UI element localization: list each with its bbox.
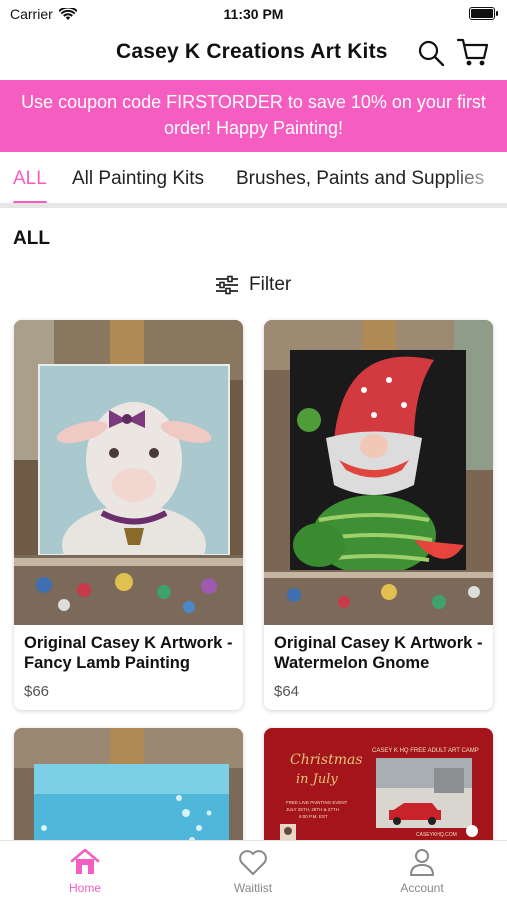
promo-url: CASEYKHQ.COM — [416, 832, 457, 838]
product-title: Original Casey K Artwork - Fancy Lamb Pa… — [24, 634, 233, 672]
promo-script-title: Christmas — [290, 752, 363, 768]
filter-button[interactable]: Filter — [215, 274, 291, 296]
promo-script-title-2: in July — [296, 772, 338, 787]
user-icon — [410, 849, 434, 876]
heart-icon — [239, 850, 267, 875]
search-icon[interactable] — [416, 38, 446, 68]
nav-home-label: Home — [68, 881, 101, 895]
status-bar: Carrier 11:30 PM — [0, 0, 507, 30]
home-icon — [70, 848, 100, 874]
product-image-watermelon-gnome — [264, 320, 493, 625]
active-tab-indicator — [13, 201, 47, 203]
product-card[interactable]: Original Casey K Artwork - Fancy Lamb Pa… — [14, 320, 243, 710]
promo-subtitle: FREE LIVE PAINTING EVENT — [286, 800, 348, 805]
nav-home[interactable]: Home — [45, 847, 125, 895]
promo-time: 6:00 P.M. EST — [299, 814, 328, 819]
promo-heading: CASEY K HQ FREE ADULT ART CAMP — [372, 748, 479, 754]
product-price: $64 — [274, 683, 300, 700]
store-title: Casey K Creations Art Kits — [116, 40, 388, 63]
product-card[interactable]: Original Casey K Artwork - Watermelon Gn… — [264, 320, 493, 710]
promo-dates: JULY 25TH, 26TH & 27TH — [286, 807, 339, 812]
sliders-icon — [216, 275, 238, 295]
product-price: $66 — [24, 683, 50, 700]
battery-icon — [469, 7, 498, 20]
status-time: 11:30 PM — [223, 6, 284, 22]
app-header: Casey K Creations Art Kits — [0, 30, 507, 78]
section-title: ALL — [13, 228, 50, 249]
tabs-fade-overlay — [447, 152, 507, 203]
category-tabs: ALL All Painting Kits Brushes, Paints an… — [0, 152, 507, 208]
product-title: Original Casey K Artwork - Watermelon Gn… — [274, 634, 483, 672]
filter-label: Filter — [249, 274, 292, 295]
product-image-lamb — [14, 320, 243, 625]
tab-all[interactable]: ALL — [13, 168, 47, 190]
bottom-nav: Home Waitlist Account — [0, 840, 507, 900]
coupon-banner: Use coupon code FIRSTORDER to save 10% o… — [0, 80, 507, 152]
nav-account-label: Account — [400, 881, 444, 895]
nav-waitlist[interactable]: Waitlist — [213, 847, 293, 895]
nav-waitlist-label: Waitlist — [233, 881, 273, 895]
cart-icon[interactable] — [456, 36, 490, 68]
tab-all-painting-kits[interactable]: All Painting Kits — [72, 168, 204, 190]
nav-account[interactable]: Account — [382, 847, 462, 895]
